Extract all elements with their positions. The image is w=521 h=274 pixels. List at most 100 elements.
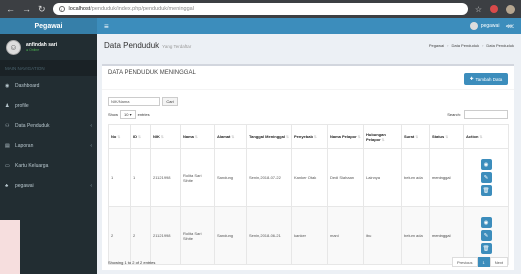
table-cell: meninggal: [429, 206, 464, 265]
sidebar-item-profile[interactable]: ♟ profile: [0, 96, 97, 116]
column-header[interactable]: Surat⇅: [401, 124, 430, 149]
add-data-label: Tambah Data: [475, 76, 503, 82]
trash-icon[interactable]: 🗑: [480, 185, 492, 196]
table-cell: 1: [130, 148, 151, 207]
breadcrumb-item-data[interactable]: Data Penduduk: [452, 43, 480, 48]
url-host: localhost: [68, 6, 91, 12]
sidebar-item-label: pegawai: [15, 183, 34, 189]
entries-select[interactable]: 10 ▾: [120, 110, 136, 119]
view-icon[interactable]: ◉: [480, 159, 492, 170]
table-cell: 21121998: [150, 148, 181, 207]
column-header[interactable]: Hubungan Pelapor⇅: [363, 124, 402, 149]
edit-icon[interactable]: ✎: [480, 230, 492, 241]
reload-icon[interactable]: ↻: [38, 4, 46, 14]
browser-toolbar: ← → ↻ i localhost/penduduk/index.php/pen…: [0, 0, 521, 18]
table-cell: 2: [130, 206, 151, 265]
table-cell: mani: [327, 206, 364, 265]
trash-icon[interactable]: 🗑: [480, 243, 492, 254]
sidebar-item-pegawai[interactable]: ♣ pegawai ‹: [0, 176, 97, 196]
column-header-label: Penyebab: [294, 134, 313, 139]
table-cell: Sandung: [214, 148, 247, 207]
sort-icon: ⇅: [117, 135, 121, 139]
showing-info: Showing 1 to 2 of 2 entries: [108, 260, 156, 265]
column-header[interactable]: NIK⇅: [150, 124, 181, 149]
column-header[interactable]: Tanggal Meninggal⇅: [246, 124, 292, 149]
column-header[interactable]: Action⇅: [463, 124, 509, 149]
sort-icon: ⇅: [231, 135, 235, 139]
star-icon[interactable]: ☆: [475, 5, 482, 14]
background-strip: [0, 220, 20, 274]
top-user-menu[interactable]: pegawai: [469, 22, 500, 30]
box-title: DATA PENDUDUK MENINGGAL: [108, 70, 196, 76]
brand-logo[interactable]: Pegawai: [0, 18, 97, 34]
column-header[interactable]: No⇅: [108, 124, 131, 149]
sidebar-item-label: profile: [15, 103, 29, 109]
table-cell: Kanker Otak: [291, 148, 328, 207]
share-icon[interactable]: ⋘: [505, 23, 514, 30]
top-user-name: pegawai: [480, 23, 500, 29]
add-user-icon: ✚: [469, 76, 474, 81]
table-cell: Senin,2018-07-22: [246, 148, 292, 207]
info-icon[interactable]: i: [58, 6, 65, 12]
table-cell: Rolita Sari Sihite: [180, 148, 215, 207]
user-status: ● Online: [26, 48, 40, 52]
user-panel: ☺ anfindah sari ● Online: [0, 34, 97, 60]
view-icon[interactable]: ◉: [480, 217, 492, 228]
forward-icon[interactable]: →: [22, 4, 31, 14]
sort-icon: ⇅: [138, 135, 141, 139]
sidebar-item-label: Laporan: [15, 143, 34, 149]
table-search: Search:: [447, 110, 508, 119]
search-input[interactable]: [464, 110, 508, 119]
page-1-button[interactable]: 1: [477, 257, 490, 267]
sort-icon: ⇅: [194, 135, 198, 139]
entries-label: entries: [137, 112, 150, 117]
sidebar-item-data-penduduk[interactable]: ⚇ Data Penduduk ‹: [0, 116, 97, 136]
breadcrumb-separator: ›: [447, 42, 449, 48]
sidebar-item-label: Dashboard: [15, 83, 40, 89]
edit-icon[interactable]: ✎: [480, 172, 492, 183]
breadcrumb: Pegawai › Data Penduduk › Data Penduduk: [429, 43, 514, 48]
cari-button[interactable]: Cari: [162, 97, 178, 106]
page-title: Data Penduduk: [104, 40, 160, 50]
nik-search-input[interactable]: NIK/Nama: [108, 97, 160, 106]
card-icon: ▭: [5, 163, 10, 169]
column-header[interactable]: Penyebab⇅: [291, 124, 328, 149]
column-header[interactable]: Nama⇅: [180, 124, 215, 149]
column-header[interactable]: Status⇅: [429, 124, 464, 149]
previous-button[interactable]: Previous: [451, 257, 478, 267]
column-header-label: Surat: [404, 134, 415, 139]
box-divider: [102, 89, 514, 90]
table-cell: 2: [108, 206, 131, 265]
add-data-button[interactable]: ✚ Tambah Data: [464, 73, 508, 85]
table-cell: ibu: [363, 206, 402, 265]
breadcrumb-item-home[interactable]: Pegawai: [429, 43, 444, 48]
action-cell: ◉ ✎ 🗑: [463, 148, 509, 207]
column-header[interactable]: Alamat⇅: [214, 124, 247, 149]
table-cell: belum ada: [401, 148, 430, 207]
table-cell: Dedi Siahaan: [327, 148, 364, 207]
sidebar-item-kartu-keluarga[interactable]: ▭ Kartu Keluarga: [0, 156, 97, 176]
sort-icon: ⇅: [160, 135, 164, 139]
chevron-left-icon: ‹: [90, 123, 92, 129]
sort-icon: ⇅: [445, 135, 449, 139]
people-icon: ♣: [5, 183, 9, 189]
entries-value: 10: [124, 112, 129, 117]
hamburger-icon[interactable]: ≡: [104, 22, 109, 31]
address-bar[interactable]: i localhost/penduduk/index.php/penduduk/…: [52, 3, 468, 15]
column-header[interactable]: Nama Pelapor⇅: [327, 124, 364, 149]
dashboard-icon: ◉: [5, 83, 10, 89]
next-button[interactable]: Next: [489, 257, 508, 267]
column-header[interactable]: ID⇅: [130, 124, 151, 149]
extension-icon[interactable]: [490, 5, 498, 13]
url-path: /penduduk/index.php/penduduk/meninggal: [90, 6, 194, 12]
show-entries: Show 10 ▾ entries: [108, 110, 150, 119]
action-cell: ◉ ✎ 🗑: [463, 206, 509, 265]
sidebar-item-dashboard[interactable]: ◉ Dashboard: [0, 76, 97, 96]
back-icon[interactable]: ←: [6, 4, 15, 14]
sidebar-item-laporan[interactable]: ▤ Laporan ‹: [0, 136, 97, 156]
browser-profile-icon[interactable]: [506, 4, 515, 14]
top-navbar: ≡ pegawai ⋘: [97, 18, 521, 34]
sort-icon: ⇅: [357, 135, 361, 139]
column-header-label: Nama: [183, 134, 194, 139]
chevron-left-icon: ‹: [90, 183, 92, 189]
